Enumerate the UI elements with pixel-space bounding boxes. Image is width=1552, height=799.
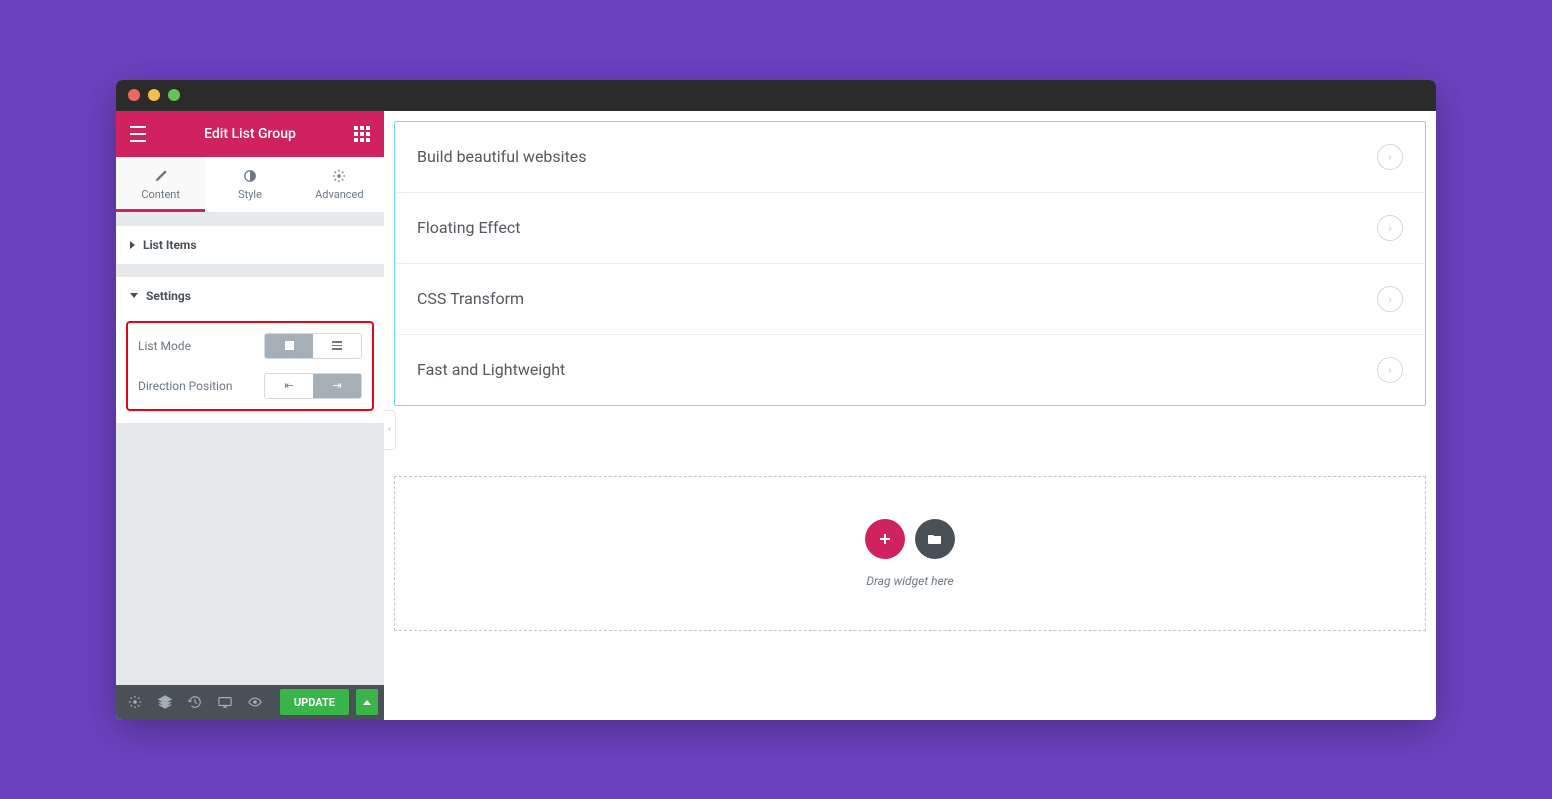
app-window: Edit List Group Content Style Advanced <box>116 80 1436 720</box>
update-dropdown[interactable] <box>356 689 378 715</box>
sidebar-header: Edit List Group <box>116 111 384 157</box>
list-item-text: Floating Effect <box>417 218 520 237</box>
update-button[interactable]: UPDATE <box>280 689 349 715</box>
dropzone-text: Drag widget here <box>866 574 953 588</box>
chevron-right-icon: › <box>1377 144 1403 170</box>
align-right-icon: ⇥ <box>332 379 341 392</box>
spacer <box>116 264 384 276</box>
section-settings: Settings List Mode <box>116 276 384 423</box>
settings-icon[interactable] <box>122 689 148 715</box>
spacer <box>116 213 384 225</box>
tab-label: Content <box>141 188 180 201</box>
responsive-icon[interactable] <box>212 689 238 715</box>
chevron-right-icon: › <box>1377 286 1403 312</box>
align-left-icon: ⇤ <box>284 379 293 392</box>
control-list-mode: List Mode <box>138 333 362 359</box>
window-maximize-button[interactable] <box>168 89 180 101</box>
gear-icon <box>332 169 346 183</box>
section-list-items: List Items <box>116 225 384 264</box>
tab-label: Style <box>238 188 262 201</box>
tab-advanced[interactable]: Advanced <box>295 157 384 212</box>
square-icon <box>285 341 294 350</box>
contrast-icon <box>243 169 257 183</box>
canvas: Build beautiful websites › Floating Effe… <box>384 111 1436 720</box>
list-item-text: CSS Transform <box>417 289 524 308</box>
list-item-text: Build beautiful websites <box>417 147 587 166</box>
section-title: Settings <box>146 289 191 303</box>
update-label: UPDATE <box>294 696 335 709</box>
add-section-button[interactable] <box>865 519 905 559</box>
dropzone-actions <box>865 519 955 559</box>
window-minimize-button[interactable] <box>148 89 160 101</box>
list-item[interactable]: Fast and Lightweight › <box>395 335 1425 405</box>
pencil-icon <box>154 169 168 183</box>
control-label: List Mode <box>138 339 191 353</box>
section-title: List Items <box>143 238 196 252</box>
list-item[interactable]: Build beautiful websites › <box>395 122 1425 193</box>
dropzone[interactable]: Drag widget here <box>394 476 1426 631</box>
preview-icon[interactable] <box>242 689 268 715</box>
list-item[interactable]: CSS Transform › <box>395 264 1425 335</box>
caret-down-icon <box>130 293 138 298</box>
list-lines-icon <box>332 341 342 350</box>
list-group-widget[interactable]: Build beautiful websites › Floating Effe… <box>394 121 1426 406</box>
panel-title: Edit List Group <box>204 126 296 142</box>
control-direction-position: Direction Position ⇤ ⇥ <box>138 373 362 399</box>
menu-icon[interactable] <box>130 126 146 142</box>
widgets-grid-icon[interactable] <box>354 126 370 142</box>
section-list-items-toggle[interactable]: List Items <box>116 226 384 264</box>
direction-toggle: ⇤ ⇥ <box>264 373 362 399</box>
list-mode-toggle <box>264 333 362 359</box>
list-mode-list[interactable] <box>313 334 361 358</box>
section-body: List Mode Direction Posi <box>116 315 384 423</box>
list-item-text: Fast and Lightweight <box>417 360 565 379</box>
caret-right-icon <box>130 241 135 249</box>
sidebar-footer: UPDATE <box>116 685 384 720</box>
history-icon[interactable] <box>182 689 208 715</box>
section-settings-toggle[interactable]: Settings <box>116 277 384 315</box>
app-body: Edit List Group Content Style Advanced <box>116 111 1436 720</box>
list-mode-grid[interactable] <box>265 334 313 358</box>
sidebar-tabs: Content Style Advanced <box>116 157 384 213</box>
chevron-right-icon: › <box>1377 215 1403 241</box>
tab-content[interactable]: Content <box>116 157 205 212</box>
direction-left[interactable]: ⇤ <box>265 374 313 398</box>
chevron-right-icon: › <box>1377 357 1403 383</box>
navigator-icon[interactable] <box>152 689 178 715</box>
list-item[interactable]: Floating Effect › <box>395 193 1425 264</box>
caret-up-icon <box>363 700 371 705</box>
folder-icon <box>927 531 943 547</box>
tab-style[interactable]: Style <box>205 157 294 212</box>
highlighted-controls: List Mode Direction Posi <box>126 321 374 411</box>
collapse-sidebar-handle[interactable]: ‹ <box>384 410 396 450</box>
add-template-button[interactable] <box>915 519 955 559</box>
direction-right[interactable]: ⇥ <box>313 374 361 398</box>
titlebar <box>116 80 1436 111</box>
control-label: Direction Position <box>138 379 232 393</box>
tab-label: Advanced <box>315 188 363 201</box>
plus-icon <box>877 531 893 547</box>
window-close-button[interactable] <box>128 89 140 101</box>
sidebar: Edit List Group Content Style Advanced <box>116 111 384 720</box>
